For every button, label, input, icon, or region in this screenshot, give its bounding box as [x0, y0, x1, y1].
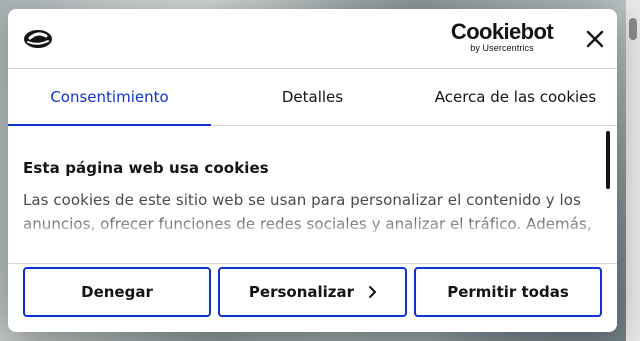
site-logo-icon: [24, 30, 52, 48]
consent-content: Esta página web usa cookies Las cookies …: [8, 126, 617, 263]
tab-acerca-de-las-cookies[interactable]: Acerca de las cookies: [414, 69, 617, 125]
allow-all-button-label: Permitir todas: [447, 283, 569, 301]
tab-detalles[interactable]: Detalles: [211, 69, 414, 125]
customize-button-label: Personalizar: [248, 283, 355, 301]
customize-button[interactable]: Personalizar: [218, 267, 407, 317]
content-fade: [8, 216, 617, 263]
brand-subtitle: by Usercentrics: [470, 43, 534, 53]
chevron-right-icon: [369, 286, 377, 298]
close-icon[interactable]: [582, 26, 608, 52]
content-scrollbar[interactable]: [606, 131, 610, 189]
tab-consentimiento[interactable]: Consentimiento: [8, 69, 211, 125]
cookiebot-logo[interactable]: Cookiebot by Usercentrics: [448, 21, 556, 55]
tab-bar: Consentimiento Detalles Acerca de las co…: [8, 69, 617, 126]
page-scrollbar[interactable]: [626, 0, 640, 341]
allow-all-button[interactable]: Permitir todas: [414, 267, 602, 317]
cookie-consent-dialog: Cookiebot by Usercentrics Consentimiento…: [8, 9, 617, 332]
deny-button[interactable]: Denegar: [23, 267, 211, 317]
brand-name: Cookiebot: [450, 19, 554, 44]
page-scrollbar-thumb[interactable]: [629, 18, 637, 40]
deny-button-label: Denegar: [81, 283, 153, 301]
content-title: Esta página web usa cookies: [23, 159, 269, 177]
dialog-footer: Denegar Personalizar Permitir todas: [8, 263, 617, 332]
dialog-header: Cookiebot by Usercentrics: [8, 9, 617, 69]
